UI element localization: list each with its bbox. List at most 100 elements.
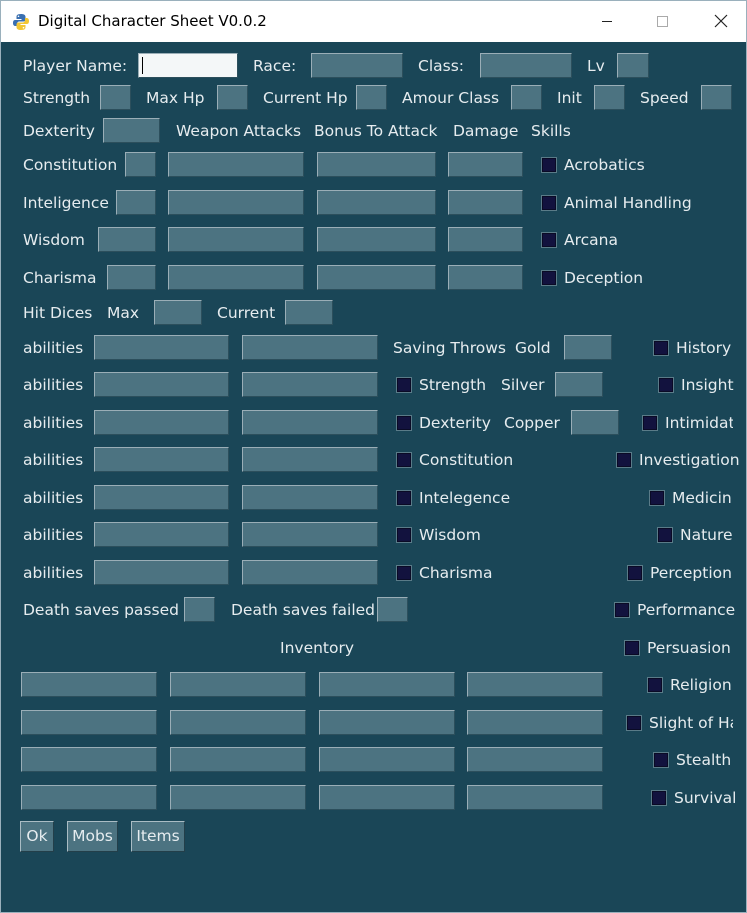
dexterity-input[interactable] <box>103 118 160 143</box>
charisma-input[interactable] <box>107 265 156 290</box>
bonus-to-attack-input[interactable] <box>317 265 436 290</box>
saving-throw-checkbox-wisdom[interactable] <box>397 528 411 542</box>
ability-value-input[interactable] <box>242 485 378 510</box>
init-input[interactable] <box>594 85 625 110</box>
ability-name-input[interactable] <box>94 410 229 435</box>
inventory-slot[interactable] <box>170 747 306 772</box>
inventory-slot[interactable] <box>467 710 603 735</box>
weapon-attack-input[interactable] <box>168 152 304 177</box>
saving-throw-label: Constitution <box>419 451 514 469</box>
ability-value-input[interactable] <box>242 335 378 360</box>
inventory-slot[interactable] <box>319 710 455 735</box>
inventory-slot[interactable] <box>467 747 603 772</box>
gold-input[interactable] <box>564 335 612 360</box>
weapon-attack-input[interactable] <box>168 265 304 290</box>
damage-header: Damage <box>453 122 519 140</box>
items-button[interactable]: Items <box>131 821 185 852</box>
ability-name-input[interactable] <box>94 560 229 585</box>
max-hp-input[interactable] <box>217 85 248 110</box>
close-button[interactable] <box>698 1 744 42</box>
weapon-attack-input[interactable] <box>168 227 304 252</box>
skill-checkbox-history[interactable] <box>654 341 668 355</box>
skill-checkbox-acrobatics[interactable] <box>542 158 556 172</box>
wisdom-input[interactable] <box>98 227 156 252</box>
skill-checkbox-survival[interactable] <box>652 791 666 805</box>
skill-checkbox-sleight-of-hand[interactable] <box>627 716 641 730</box>
abilities-label: abilities <box>23 339 84 357</box>
race-input[interactable] <box>311 53 403 78</box>
inventory-slot[interactable] <box>319 672 455 697</box>
strength-input[interactable] <box>100 85 131 110</box>
bonus-to-attack-input[interactable] <box>317 227 436 252</box>
inventory-slot[interactable] <box>170 785 306 810</box>
silver-input[interactable] <box>555 372 603 397</box>
death-saves-passed-input[interactable] <box>184 597 215 622</box>
ok-button[interactable]: Ok <box>20 821 54 852</box>
player-name-input[interactable] <box>138 53 238 78</box>
hit-dice-max-input[interactable] <box>154 300 202 325</box>
damage-input[interactable] <box>448 265 523 290</box>
ability-name-input[interactable] <box>94 485 229 510</box>
inventory-slot[interactable] <box>319 785 455 810</box>
ability-name-input[interactable] <box>94 372 229 397</box>
hit-dice-current-input[interactable] <box>285 300 333 325</box>
maximize-button[interactable] <box>639 1 685 42</box>
ability-value-input[interactable] <box>242 410 378 435</box>
inventory-slot[interactable] <box>319 747 455 772</box>
class-input[interactable] <box>480 53 572 78</box>
skill-checkbox-arcana[interactable] <box>542 233 556 247</box>
inventory-slot[interactable] <box>21 710 157 735</box>
skill-checkbox-persuasion[interactable] <box>625 641 639 655</box>
damage-input[interactable] <box>448 152 523 177</box>
current-hp-input[interactable] <box>356 85 387 110</box>
skill-checkbox-nature[interactable] <box>658 528 672 542</box>
bonus-to-attack-input[interactable] <box>317 190 436 215</box>
skill-checkbox-animal-handling[interactable] <box>542 196 556 210</box>
saving-throw-checkbox-dexterity[interactable] <box>397 416 411 430</box>
skill-checkbox-stealth[interactable] <box>654 753 668 767</box>
skill-checkbox-insight[interactable] <box>659 378 673 392</box>
saving-throw-checkbox-intelligence[interactable] <box>397 491 411 505</box>
inventory-slot[interactable] <box>467 785 603 810</box>
damage-input[interactable] <box>448 227 523 252</box>
speed-input[interactable] <box>701 85 732 110</box>
constitution-input[interactable] <box>125 152 156 177</box>
saving-throw-checkbox-charisma[interactable] <box>397 566 411 580</box>
ability-value-input[interactable] <box>242 372 378 397</box>
death-saves-failed-input[interactable] <box>377 597 408 622</box>
inventory-slot[interactable] <box>21 672 157 697</box>
ability-name-input[interactable] <box>94 335 229 360</box>
ability-name-input[interactable] <box>94 522 229 547</box>
inventory-slot[interactable] <box>170 672 306 697</box>
bonus-to-attack-input[interactable] <box>317 152 436 177</box>
saving-throw-label: Wisdom <box>419 526 481 544</box>
abilities-label: abilities <box>23 489 84 507</box>
inventory-slot[interactable] <box>21 747 157 772</box>
mobs-button[interactable]: Mobs <box>67 821 118 852</box>
ability-value-input[interactable] <box>242 522 378 547</box>
copper-input[interactable] <box>571 410 619 435</box>
skill-checkbox-religion[interactable] <box>648 678 662 692</box>
intelligence-input[interactable] <box>116 190 156 215</box>
inventory-slot[interactable] <box>467 672 603 697</box>
abilities-label: abilities <box>23 451 84 469</box>
skill-checkbox-intimidation[interactable] <box>643 416 657 430</box>
inventory-slot[interactable] <box>170 710 306 735</box>
skill-checkbox-perception[interactable] <box>628 566 642 580</box>
ability-value-input[interactable] <box>242 447 378 472</box>
skill-checkbox-medicine[interactable] <box>650 491 664 505</box>
minimize-button[interactable] <box>585 1 631 42</box>
skill-checkbox-performance[interactable] <box>615 603 629 617</box>
ability-value-input[interactable] <box>242 560 378 585</box>
level-input[interactable] <box>617 53 649 78</box>
saving-throw-label: Intelegence <box>419 489 511 507</box>
skill-checkbox-deception[interactable] <box>542 271 556 285</box>
ability-name-input[interactable] <box>94 447 229 472</box>
inventory-slot[interactable] <box>21 785 157 810</box>
armour-class-input[interactable] <box>511 85 542 110</box>
skill-checkbox-investigation[interactable] <box>617 453 631 467</box>
weapon-attack-input[interactable] <box>168 190 304 215</box>
saving-throw-checkbox-strength[interactable] <box>397 378 411 392</box>
damage-input[interactable] <box>448 190 523 215</box>
saving-throw-checkbox-constitution[interactable] <box>397 453 411 467</box>
